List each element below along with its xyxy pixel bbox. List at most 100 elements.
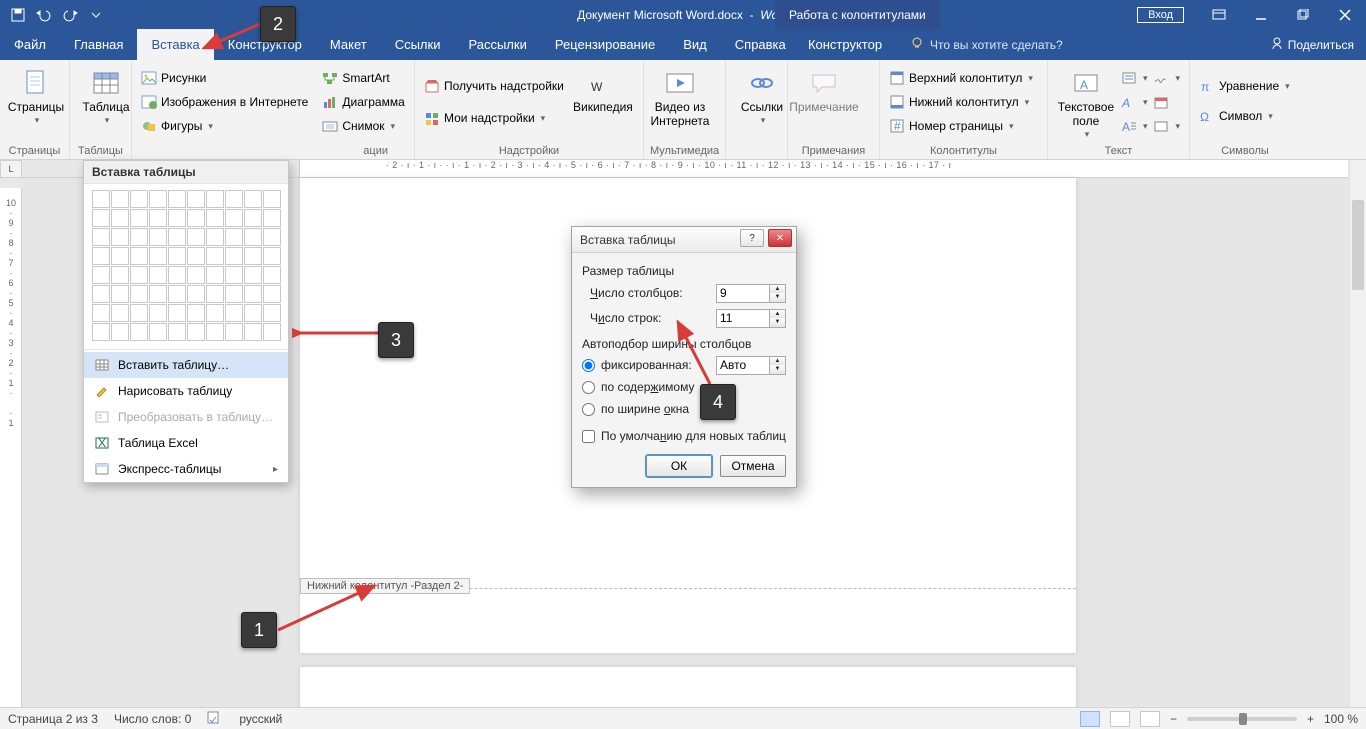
online-pictures-button[interactable]: Изображения в Интернете (138, 91, 311, 113)
menu-insert-table[interactable]: Вставить таблицу… (84, 352, 288, 378)
tab-review[interactable]: Рецензирование (541, 29, 669, 60)
redo-button[interactable] (58, 3, 82, 27)
grid-cell[interactable] (92, 209, 110, 227)
grid-cell[interactable] (92, 228, 110, 246)
grid-cell[interactable] (263, 266, 281, 284)
grid-cell[interactable] (168, 228, 186, 246)
grid-cell[interactable] (225, 266, 243, 284)
equation-button[interactable]: πУравнение▾ (1196, 75, 1294, 97)
grid-cell[interactable] (168, 304, 186, 322)
grid-cell[interactable] (111, 266, 129, 284)
radio-fixed-row[interactable]: фиксированная: ▲▼ (582, 355, 786, 375)
menu-draw-table[interactable]: Нарисовать таблицу (84, 378, 288, 404)
menu-quick-tables[interactable]: Экспресс-таблицы ▸ (84, 456, 288, 482)
ribbon-display-options[interactable] (1198, 0, 1240, 29)
rows-updown[interactable]: ▲▼ (770, 309, 786, 328)
save-button[interactable] (6, 3, 30, 27)
grid-cell[interactable] (225, 323, 243, 341)
menu-excel-table[interactable]: X Таблица Excel (84, 430, 288, 456)
object-button[interactable]: ▾ (1150, 115, 1183, 137)
fixed-spinner[interactable]: ▲▼ (716, 356, 786, 375)
grid-cell[interactable] (187, 209, 205, 227)
grid-cell[interactable] (225, 228, 243, 246)
grid-cell[interactable] (130, 304, 148, 322)
header-button[interactable]: Верхний колонтитул▾ (886, 67, 1041, 89)
grid-cell[interactable] (130, 323, 148, 341)
grid-cell[interactable] (111, 209, 129, 227)
textbox-button[interactable]: A Текстовое поле ▾ (1054, 63, 1118, 141)
grid-cell[interactable] (225, 190, 243, 208)
scrollbar-thumb[interactable] (1352, 200, 1364, 290)
fixed-input[interactable] (716, 356, 770, 375)
grid-cell[interactable] (206, 285, 224, 303)
grid-cell[interactable] (263, 247, 281, 265)
chart-button[interactable]: Диаграмма (319, 91, 407, 113)
cols-updown[interactable]: ▲▼ (770, 284, 786, 303)
tab-file[interactable]: Файл (0, 29, 60, 60)
grid-cell[interactable] (187, 266, 205, 284)
radio-content[interactable] (582, 381, 595, 394)
remember-checkbox[interactable] (582, 430, 595, 443)
grid-cell[interactable] (263, 285, 281, 303)
ruler-corner[interactable]: L (0, 160, 22, 178)
tab-layout[interactable]: Макет (316, 29, 381, 60)
grid-cell[interactable] (149, 247, 167, 265)
grid-cell[interactable] (206, 190, 224, 208)
radio-window-row[interactable]: по ширине окна (582, 399, 786, 419)
grid-cell[interactable] (263, 323, 281, 341)
grid-cell[interactable] (92, 323, 110, 341)
cancel-button[interactable]: Отмена (720, 455, 786, 477)
grid-cell[interactable] (149, 228, 167, 246)
grid-cell[interactable] (111, 285, 129, 303)
grid-cell[interactable] (244, 247, 262, 265)
smartart-button[interactable]: SmartArt (319, 67, 407, 89)
grid-cell[interactable] (244, 266, 262, 284)
grid-cell[interactable] (168, 323, 186, 341)
grid-cell[interactable] (92, 190, 110, 208)
fixed-updown[interactable]: ▲▼ (770, 356, 786, 375)
grid-cell[interactable] (206, 304, 224, 322)
login-button[interactable]: Вход (1137, 7, 1184, 23)
grid-cell[interactable] (130, 190, 148, 208)
zoom-thumb[interactable] (1239, 713, 1247, 725)
screenshot-button[interactable]: Снимок▾ (319, 115, 407, 137)
vertical-ruler[interactable]: 10·9·8·7·6·5·4·3·2·1··1 (0, 178, 22, 707)
grid-cell[interactable] (225, 285, 243, 303)
grid-cell[interactable] (130, 209, 148, 227)
grid-cell[interactable] (244, 190, 262, 208)
status-proofing-icon[interactable] (207, 710, 223, 727)
grid-cell[interactable] (168, 266, 186, 284)
grid-cell[interactable] (149, 304, 167, 322)
grid-cell[interactable] (130, 285, 148, 303)
grid-cell[interactable] (187, 304, 205, 322)
grid-cell[interactable] (111, 304, 129, 322)
grid-cell[interactable] (244, 228, 262, 246)
radio-fixed[interactable] (582, 359, 595, 372)
grid-cell[interactable] (206, 266, 224, 284)
datetime-button[interactable] (1150, 91, 1183, 113)
signature-button[interactable]: ▾ (1150, 67, 1183, 89)
pages-button[interactable]: Страницы ▾ (6, 63, 66, 126)
radio-window[interactable] (582, 403, 595, 416)
vertical-scrollbar[interactable] (1349, 160, 1366, 707)
tab-insert[interactable]: Вставка (137, 29, 213, 60)
zoom-out[interactable]: − (1170, 712, 1177, 726)
table-button[interactable]: Таблица ▾ (76, 63, 136, 126)
minimize-button[interactable] (1240, 0, 1282, 29)
pictures-button[interactable]: Рисунки (138, 67, 311, 89)
grid-cell[interactable] (149, 266, 167, 284)
remember-row[interactable]: По умолчанию для новых таблиц (582, 429, 786, 443)
tab-mailings[interactable]: Рассылки (454, 29, 540, 60)
grid-cell[interactable] (92, 266, 110, 284)
dialog-close-button[interactable]: ✕ (768, 229, 792, 247)
grid-cell[interactable] (168, 285, 186, 303)
grid-cell[interactable] (149, 285, 167, 303)
status-language[interactable]: русский (239, 712, 282, 726)
table-size-grid[interactable] (84, 184, 288, 347)
wordart-button[interactable]: A▾ (1118, 91, 1151, 113)
undo-button[interactable] (32, 3, 56, 27)
zoom-slider[interactable] (1187, 717, 1297, 721)
dialog-titlebar[interactable]: Вставка таблицы ? ✕ (572, 227, 796, 253)
shapes-button[interactable]: Фигуры▾ (138, 115, 311, 137)
view-print-layout[interactable] (1110, 711, 1130, 727)
